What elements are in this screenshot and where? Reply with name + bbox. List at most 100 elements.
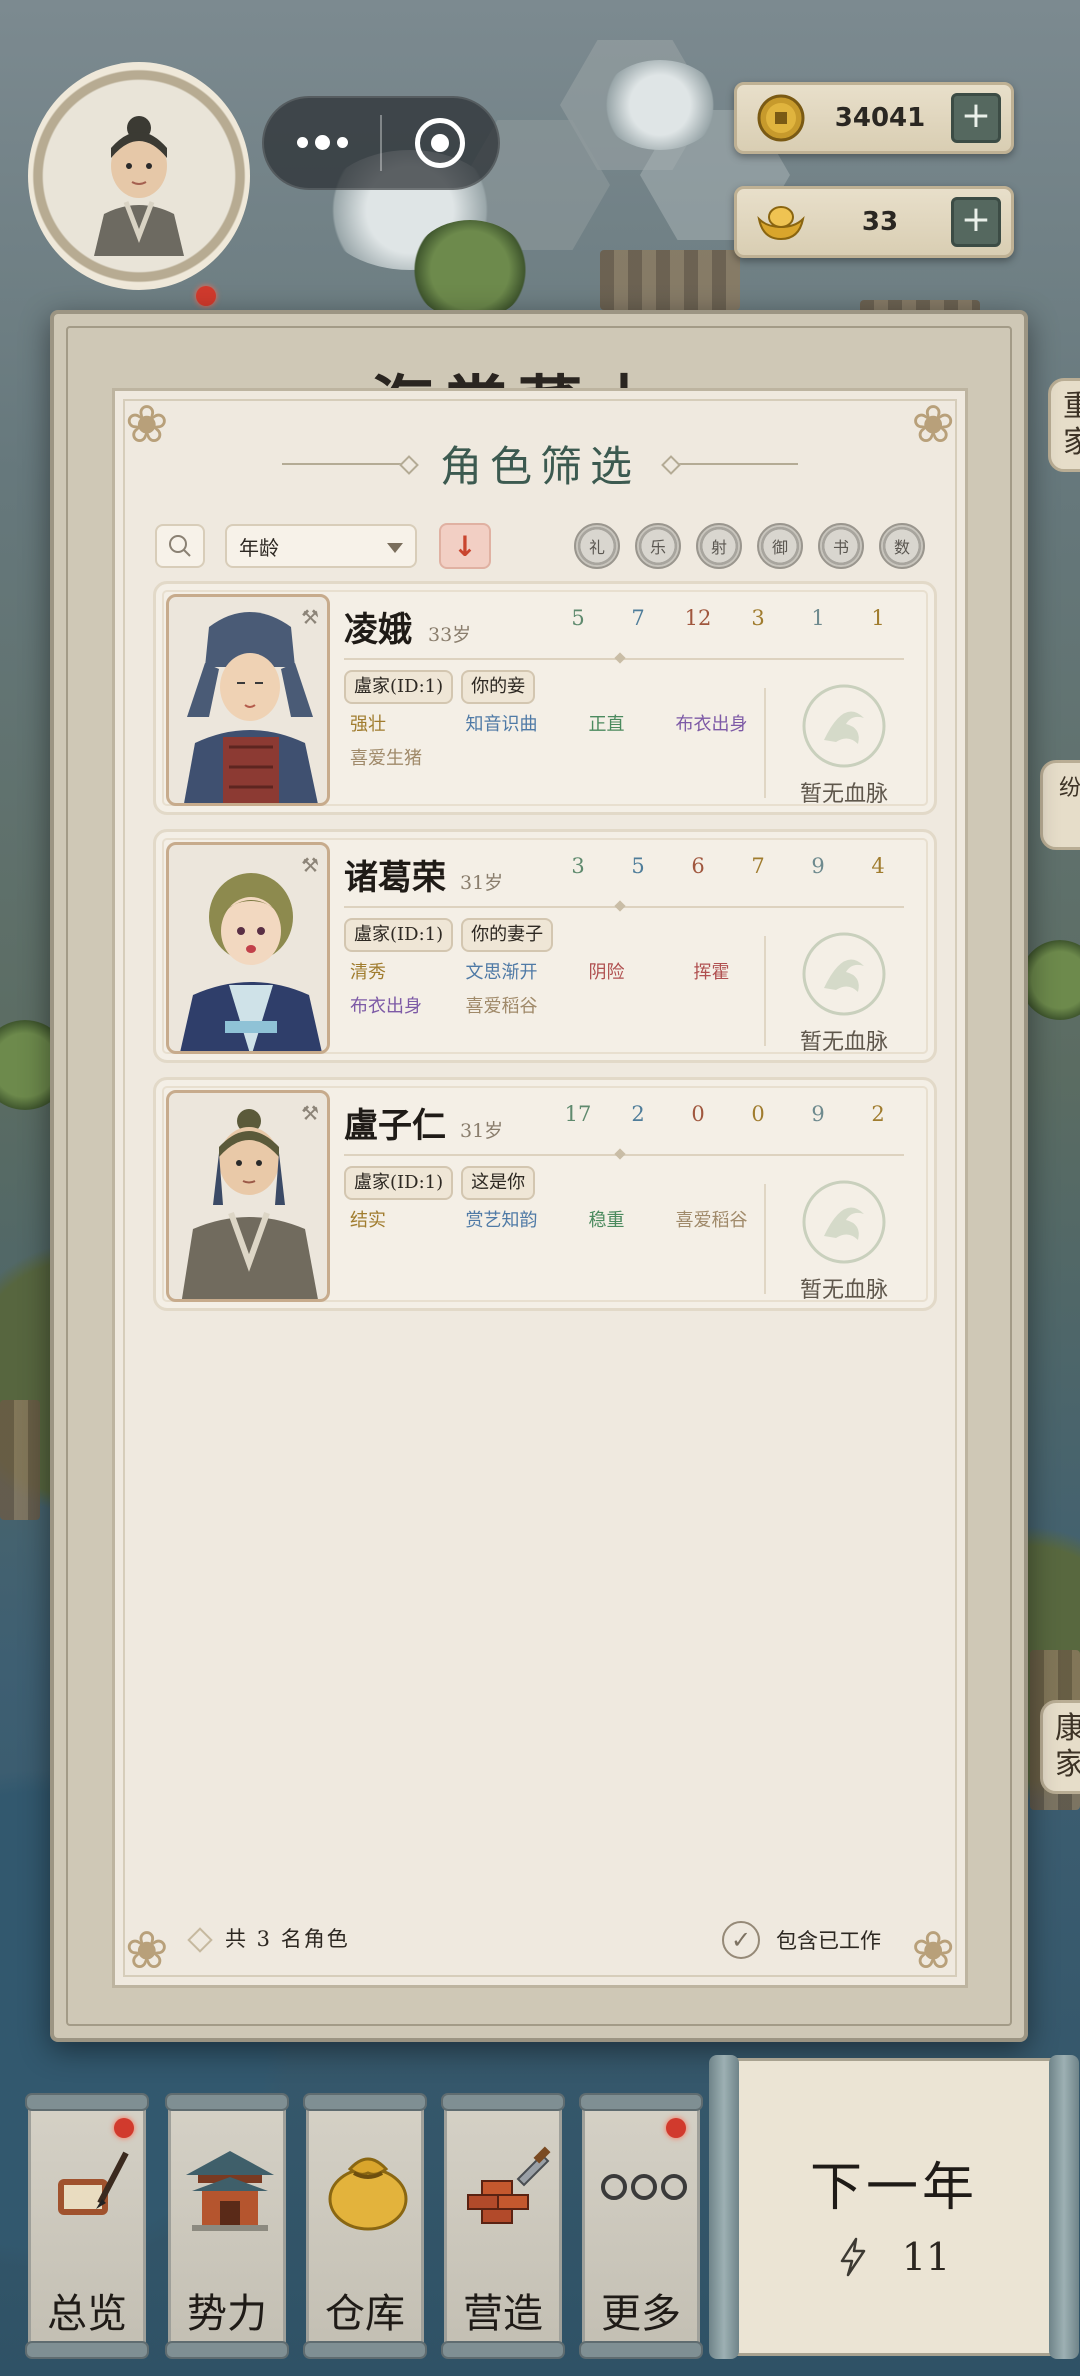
side-tab-family-bottom[interactable]: 康家 <box>1040 1700 1080 1794</box>
attribute-filter-li[interactable]: 礼 <box>574 523 620 569</box>
side-tab-family-top[interactable]: 重家 <box>1048 378 1080 472</box>
nav-construction-button[interactable]: 营造 <box>441 2093 565 2359</box>
bloodline-label: 暂无血脉 <box>799 1278 888 1303</box>
character-portrait: ⚒ <box>166 842 330 1054</box>
card-separator <box>764 688 766 798</box>
title-ornament-left <box>281 462 412 465</box>
stat-yue: 7 <box>631 606 645 630</box>
lotus-ornament-icon: ❀ <box>125 1921 169 1981</box>
relation-tag: 你的妾 <box>461 670 536 704</box>
include-working-toggle[interactable]: ✓ 包含已工作 <box>722 1921 881 1959</box>
search-button[interactable] <box>155 524 205 568</box>
relation-tag: 你的妻子 <box>461 918 554 952</box>
stat-she: 12 <box>684 606 712 630</box>
player-avatar[interactable] <box>28 62 250 290</box>
bloodline-slot: 暂无血脉 <box>774 926 914 1056</box>
side-tab-middle[interactable]: 纷 <box>1040 760 1080 850</box>
stat-shu-math: 1 <box>871 606 885 630</box>
attribute-label: 御 <box>771 538 788 557</box>
lotus-ornament-icon: ❀ <box>911 1921 955 1981</box>
family-tag: 盧家(ID:1) <box>344 670 454 704</box>
coin-resource-bar: 34041 + <box>734 82 1014 154</box>
side-tab-label: 纷 <box>1058 776 1080 801</box>
character-count: 共 3 名角色 <box>225 1927 350 1951</box>
attribute-filter-yu[interactable]: 御 <box>757 523 803 569</box>
character-tags: 盧家(ID:1) 你的妾 <box>344 670 536 704</box>
attribute-label: 乐 <box>649 538 666 557</box>
character-card[interactable]: ⚒ 凌娥 33岁 5 7 12 3 1 1 盧家(ID:1) 你的妾 强壮 知音识… <box>153 581 937 815</box>
attribute-filter-yue[interactable]: 乐 <box>635 523 681 569</box>
hammer-icon: ⚒ <box>301 853 319 877</box>
stat-yu: 7 <box>751 854 765 878</box>
nav-label: 总览 <box>47 2291 127 2337</box>
nav-warehouse-button[interactable]: 仓库 <box>303 2093 427 2359</box>
character-portrait: ⚒ <box>166 594 330 806</box>
avatar-notification-dot <box>196 286 216 306</box>
trait-label: 喜爱稻谷 <box>675 1210 748 1231</box>
phoenix-emblem-icon <box>802 684 886 768</box>
next-year-button[interactable]: 下一年 11 <box>709 2055 1079 2359</box>
character-name: 盧子仁 <box>344 1106 446 1146</box>
nav-faction-button[interactable]: 势力 <box>165 2093 289 2359</box>
stat-shu-math: 4 <box>871 854 885 878</box>
stat-yu: 3 <box>751 606 765 630</box>
panel-header: 角色筛选 <box>115 433 965 494</box>
checkmark-icon: ✓ <box>722 1921 760 1959</box>
character-stats: 17 2 0 0 9 2 <box>558 1102 898 1126</box>
bloodline-label: 暂无血脉 <box>799 1030 888 1055</box>
next-year-label: 下一年 <box>809 2158 978 2218</box>
trait-label: 挥霍 <box>693 962 730 983</box>
coin-amount: 34041 <box>834 103 926 133</box>
ingot-amount: 33 <box>861 207 899 237</box>
nav-label: 营造 <box>463 2291 543 2337</box>
sort-direction-button[interactable]: ↓ <box>439 523 491 569</box>
character-card[interactable]: ⚒ 诸葛荣 31岁 3 5 6 7 9 4 盧家(ID:1) 你的妻子 清秀 文思… <box>153 829 937 1063</box>
stat-yue: 5 <box>631 854 645 878</box>
attribute-filter-shu-math[interactable]: 数 <box>879 523 925 569</box>
nav-label: 更多 <box>601 2291 681 2337</box>
character-stats: 3 5 6 7 9 4 <box>558 854 898 878</box>
map-town <box>0 1400 40 1520</box>
stat-shu: 1 <box>811 606 825 630</box>
trait-label: 布衣出身 <box>675 714 748 735</box>
energy-cost: 11 <box>723 2235 1065 2279</box>
attribute-label: 射 <box>710 538 727 557</box>
trait-label: 喜爱生猪 <box>350 748 422 769</box>
bloodline-slot: 暂无血脉 <box>774 678 914 808</box>
character-filter-panel: ❀ ❀ ❀ ❀ 角色筛选 年龄 ↓ 礼 乐 射 御 书 数 ⚒ 凌娥 33岁 5… <box>112 388 968 1988</box>
map-snow-mountain <box>600 60 720 150</box>
nav-label: 势力 <box>187 2291 267 2337</box>
footer-ornament <box>187 1927 213 1953</box>
attribute-label: 书 <box>832 538 849 557</box>
more-notification-dot <box>666 2118 686 2138</box>
trait-label: 赏艺知韵 <box>465 1210 538 1231</box>
copper-coin-icon <box>753 90 809 146</box>
stat-li: 3 <box>571 854 585 878</box>
add-ingots-button[interactable]: + <box>951 197 1001 247</box>
attribute-filter-shu[interactable]: 书 <box>818 523 864 569</box>
stat-yu: 0 <box>751 1102 765 1126</box>
more-menu-button[interactable] <box>264 98 380 188</box>
close-miniprogram-button[interactable] <box>382 98 498 188</box>
stat-shu: 9 <box>811 854 825 878</box>
trait-label: 清秀 <box>350 962 386 983</box>
target-circle-icon <box>415 118 465 168</box>
add-coins-button[interactable]: + <box>951 93 1001 143</box>
pavilion-icon <box>180 2127 280 2247</box>
overview-notification-dot <box>114 2118 134 2138</box>
panel-title: 角色筛选 <box>439 442 640 491</box>
trait-label: 强壮 <box>350 714 386 735</box>
sort-field-select[interactable]: 年龄 <box>225 524 417 568</box>
chevron-down-icon <box>387 543 403 553</box>
character-age: 31岁 <box>460 872 504 894</box>
side-tab-label: 康家 <box>1055 1711 1080 1782</box>
nav-more-button[interactable]: 更多 <box>579 2093 703 2359</box>
character-card[interactable]: ⚒ 盧子仁 31岁 17 2 0 0 9 2 盧家(ID:1) 这是你 结实 赏艺… <box>153 1077 937 1311</box>
filter-toolbar: 年龄 ↓ 礼 乐 射 御 书 数 <box>155 521 925 571</box>
lightning-icon <box>840 2237 866 2277</box>
attribute-label: 数 <box>893 538 910 557</box>
phoenix-emblem-icon <box>802 1180 886 1264</box>
scroll-brush-icon <box>40 2127 140 2247</box>
attribute-filter-she[interactable]: 射 <box>696 523 742 569</box>
sort-field-value: 年龄 <box>239 535 279 560</box>
